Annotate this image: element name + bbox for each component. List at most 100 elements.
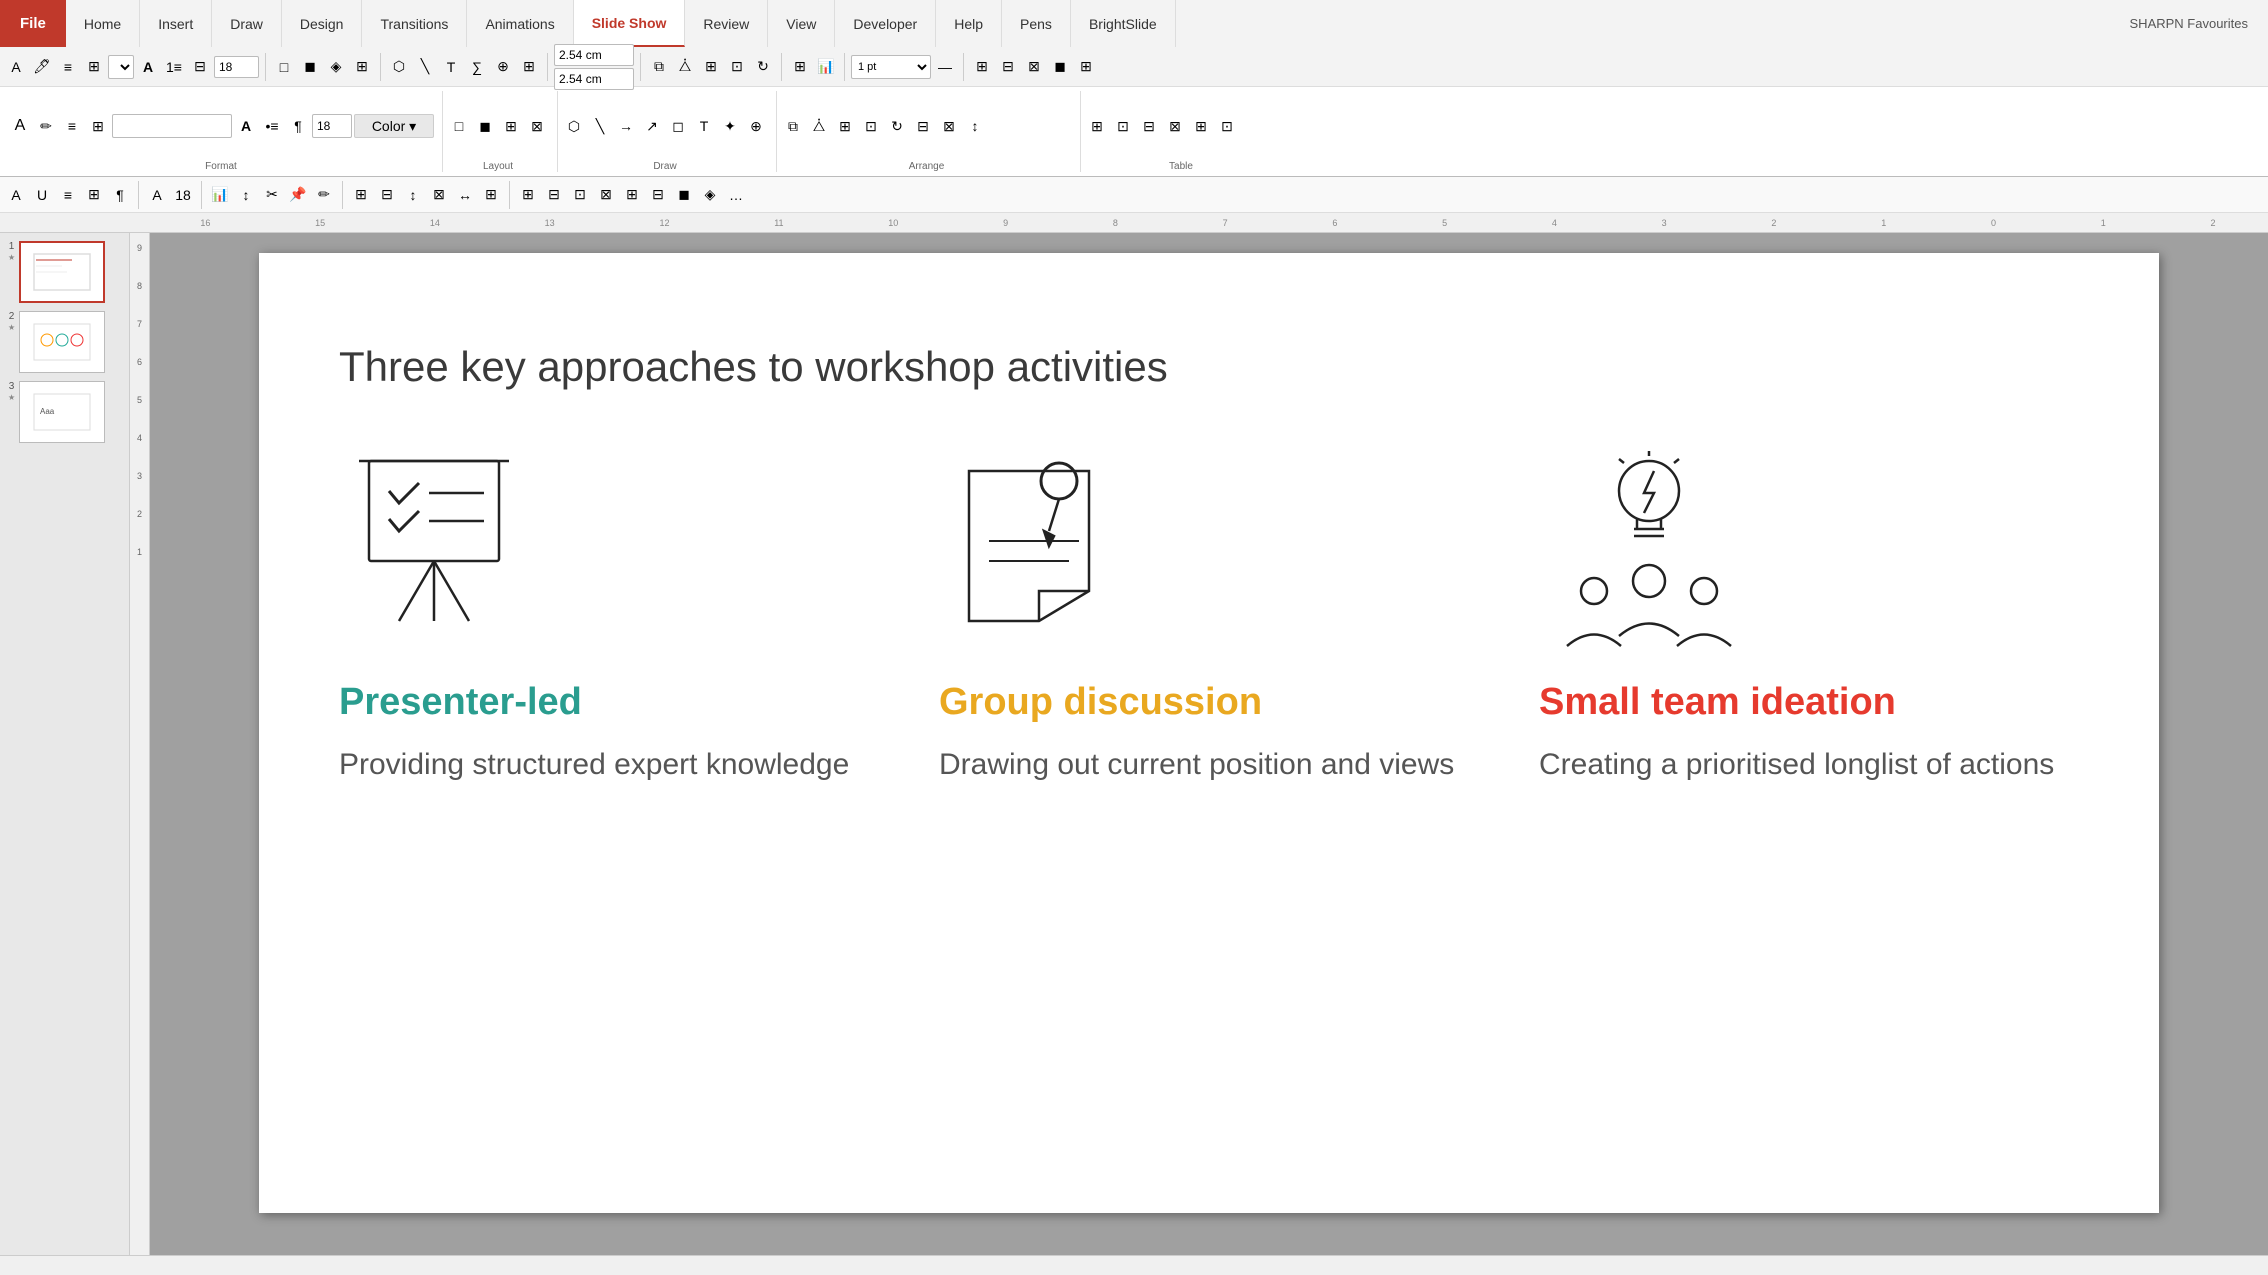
arr-3[interactable]: ⊞ (833, 114, 857, 138)
para-btn[interactable]: ¶ (286, 114, 310, 138)
equation-icon[interactable]: ∑ (465, 55, 489, 79)
line-weight-select[interactable]: 1 pt (851, 55, 931, 79)
tb-align2-icon[interactable]: ↔ (453, 183, 477, 207)
bullets-icon[interactable]: ≡ (56, 55, 80, 79)
bring-forward-icon[interactable]: ⧉ (647, 55, 671, 79)
tb-edit-icon[interactable]: ✏ (312, 183, 336, 207)
arr-5[interactable]: ↻ (885, 114, 909, 138)
color-btn[interactable]: Color ▾ (354, 114, 434, 138)
draw-icon-7[interactable]: ✦ (718, 114, 742, 138)
color-fill-icon[interactable]: ◼ (1048, 55, 1072, 79)
slide-thumbnail-3[interactable]: Aaa (19, 381, 105, 443)
tab-animations[interactable]: Animations (467, 0, 573, 47)
table-style-icon[interactable]: ⊠ (1022, 55, 1046, 79)
draw-icon-3[interactable]: → (614, 114, 638, 138)
tb-effects-icon[interactable]: ◈ (698, 183, 722, 207)
slide-item-2[interactable]: 2 ★ (8, 311, 121, 373)
file-tab[interactable]: File (0, 0, 66, 47)
align-icon[interactable]: ⊞ (699, 55, 723, 79)
tab-insert[interactable]: Insert (140, 0, 212, 47)
tb-valign-icon[interactable]: ⊞ (82, 183, 106, 207)
tab-slideshow[interactable]: Slide Show (574, 0, 686, 47)
arr-2[interactable]: ⧊ (807, 114, 831, 138)
draw-icon-8[interactable]: ⊕ (744, 114, 768, 138)
tbl-4[interactable]: ⊠ (1163, 114, 1187, 138)
size-input[interactable] (312, 114, 352, 138)
draw-icon-6[interactable]: T (692, 114, 716, 138)
merge-cells-icon[interactable]: ⊞ (970, 55, 994, 79)
tab-developer[interactable]: Developer (835, 0, 936, 47)
smart-art-icon[interactable]: ⊞ (350, 55, 374, 79)
tb-font-color-icon[interactable]: A (145, 183, 169, 207)
slide-item-1[interactable]: 1 ★ (8, 241, 121, 303)
layout-icon-4[interactable]: ⊠ (525, 114, 549, 138)
tb-chart-icon[interactable]: 📊 (208, 183, 232, 207)
tb-color-icon[interactable]: A (4, 183, 28, 207)
slide-canvas[interactable]: Three key approaches to workshop activit… (259, 253, 2159, 1213)
tab-home[interactable]: Home (66, 0, 140, 47)
draw-icon-4[interactable]: ↗ (640, 114, 664, 138)
tab-help[interactable]: Help (936, 0, 1002, 47)
draw-icon-2[interactable]: ╲ (588, 114, 612, 138)
tb-move-icon[interactable]: ⊞ (349, 183, 373, 207)
slide-item-3[interactable]: 3 ★ Aaa (8, 381, 121, 443)
split-cells-icon[interactable]: ⊟ (996, 55, 1020, 79)
chart-icon[interactable]: 📊 (814, 55, 838, 79)
font-size-input[interactable] (214, 56, 259, 78)
arr-6[interactable]: ⊟ (911, 114, 935, 138)
arr-7[interactable]: ⊠ (937, 114, 961, 138)
tb-scissors-icon[interactable]: ✂ (260, 183, 284, 207)
arr-1[interactable]: ⧉ (781, 114, 805, 138)
tab-brightslide[interactable]: BrightSlide (1071, 0, 1176, 47)
draw-icon-5[interactable]: ◻ (666, 114, 690, 138)
slide-thumbnail-2[interactable] (19, 311, 105, 373)
tb-dist-icon[interactable]: ⊠ (427, 183, 451, 207)
connector-icon[interactable]: ╲ (413, 55, 437, 79)
tb-pin-icon[interactable]: 📌 (286, 183, 310, 207)
arr-8[interactable]: ↕ (963, 114, 987, 138)
font-name-input[interactable] (112, 114, 232, 138)
tb-align-icon[interactable]: ≡ (56, 183, 80, 207)
group-icon[interactable]: ⊡ (725, 55, 749, 79)
slide-thumbnail-1[interactable] (19, 241, 105, 303)
width-input[interactable] (554, 68, 634, 90)
tbl-1[interactable]: ⊞ (1085, 114, 1109, 138)
font-color-btn[interactable]: A (8, 114, 32, 138)
tab-transitions[interactable]: Transitions (362, 0, 467, 47)
tb-rows-icon[interactable]: ⊡ (568, 183, 592, 207)
layout-icon-2[interactable]: ◼ (473, 114, 497, 138)
line-style-icon[interactable]: — (933, 55, 957, 79)
tb-slide-icon[interactable]: ⊟ (375, 183, 399, 207)
tab-review[interactable]: Review (685, 0, 768, 47)
tbl-2[interactable]: ⊡ (1111, 114, 1135, 138)
tbl-5[interactable]: ⊞ (1189, 114, 1213, 138)
shape-fill-icon[interactable]: ◼ (298, 55, 322, 79)
tab-pens[interactable]: Pens (1002, 0, 1071, 47)
tb-size-icon[interactable]: 18 (171, 183, 195, 207)
bullet-btn[interactable]: •≡ (260, 114, 284, 138)
tb-cols-icon[interactable]: ⊟ (542, 183, 566, 207)
font-select[interactable] (108, 55, 134, 79)
crop-icon[interactable]: ⊞ (517, 55, 541, 79)
list-btn[interactable]: ≡ (60, 114, 84, 138)
table-icon[interactable]: ⊞ (788, 55, 812, 79)
tb-arrange-icon[interactable]: ↕ (401, 183, 425, 207)
rotate-icon[interactable]: ↻ (751, 55, 775, 79)
height-input[interactable] (554, 44, 634, 66)
tb-more-icon[interactable]: … (724, 183, 748, 207)
shape-icon[interactable]: ⬡ (387, 55, 411, 79)
bold-icon[interactable]: A (136, 55, 160, 79)
tab-draw[interactable]: Draw (212, 0, 282, 47)
shape-effects-icon[interactable]: ◈ (324, 55, 348, 79)
tab-design[interactable]: Design (282, 0, 363, 47)
tb-para-icon[interactable]: ¶ (108, 183, 132, 207)
grid-view-icon[interactable]: ⊞ (1074, 55, 1098, 79)
tb-vert-icon[interactable]: ↕ (234, 183, 258, 207)
text-box-icon[interactable]: T (439, 55, 463, 79)
tb-merge-icon[interactable]: ⊠ (594, 183, 618, 207)
font-color-icon[interactable]: A (4, 55, 28, 79)
numbering-icon[interactable]: 1≡ (162, 55, 186, 79)
tb-group2-icon[interactable]: ⊞ (479, 183, 503, 207)
layout-icon-3[interactable]: ⊞ (499, 114, 523, 138)
tb-style2-icon[interactable]: ⊞ (620, 183, 644, 207)
